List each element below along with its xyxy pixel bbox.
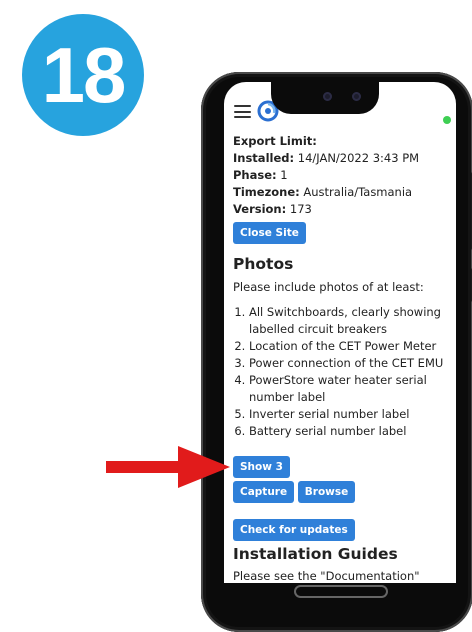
phase-label: Phase: bbox=[233, 168, 277, 182]
browse-button[interactable]: Browse bbox=[297, 481, 356, 503]
camera-icon bbox=[323, 92, 332, 101]
home-indicator[interactable] bbox=[294, 585, 388, 598]
installed-row: Installed: 14/JAN/2022 3:43 PM bbox=[233, 150, 453, 167]
export-limit-label: Export Limit: bbox=[233, 134, 317, 148]
site-info-content: Export Limit: Installed: 14/JAN/2022 3:4… bbox=[233, 133, 453, 602]
pointer-arrow-icon bbox=[106, 446, 230, 488]
installation-guides-heading: Installation Guides bbox=[233, 545, 398, 563]
list-item: All Switchboards, clearly showing labell… bbox=[249, 304, 453, 338]
version-row: Version: 173 bbox=[233, 201, 453, 218]
hamburger-menu-icon[interactable] bbox=[234, 105, 251, 118]
phone-screen: Site Info Export Limit: Installed: 14/JA… bbox=[224, 82, 456, 602]
timezone-value: Australia/Tasmania bbox=[299, 185, 413, 199]
close-site-button[interactable]: Close Site bbox=[233, 222, 306, 244]
capture-button[interactable]: Capture bbox=[233, 481, 295, 503]
photos-intro: Please include photos of at least: bbox=[233, 280, 424, 294]
sensor-icon bbox=[352, 92, 361, 101]
installed-label: Installed: bbox=[233, 151, 295, 165]
list-item: Battery serial number label bbox=[249, 423, 453, 440]
list-item: Inverter serial number label bbox=[249, 406, 453, 423]
timezone-row: Timezone: Australia/Tasmania bbox=[233, 184, 453, 201]
step-number-badge: 18 bbox=[22, 14, 144, 136]
installed-value: 14/JAN/2022 3:43 PM bbox=[294, 151, 420, 165]
show-photos-button[interactable]: Show 3 bbox=[233, 456, 290, 478]
timezone-label: Timezone: bbox=[233, 185, 300, 199]
check-updates-button[interactable]: Check for updates bbox=[233, 519, 355, 541]
phase-row: Phase: 1 bbox=[233, 167, 453, 184]
version-label: Version: bbox=[233, 202, 287, 216]
version-value: 173 bbox=[286, 202, 312, 216]
phase-value: 1 bbox=[276, 168, 288, 182]
photos-list: All Switchboards, clearly showing labell… bbox=[233, 304, 453, 440]
list-item: Power connection of the CET EMU bbox=[249, 355, 453, 372]
export-limit-row: Export Limit: bbox=[233, 133, 453, 150]
list-item: PowerStore water heater serial number la… bbox=[249, 372, 453, 406]
status-dot-icon bbox=[443, 116, 451, 124]
list-item: Location of the CET Power Meter bbox=[249, 338, 453, 355]
photos-heading: Photos bbox=[233, 255, 294, 273]
